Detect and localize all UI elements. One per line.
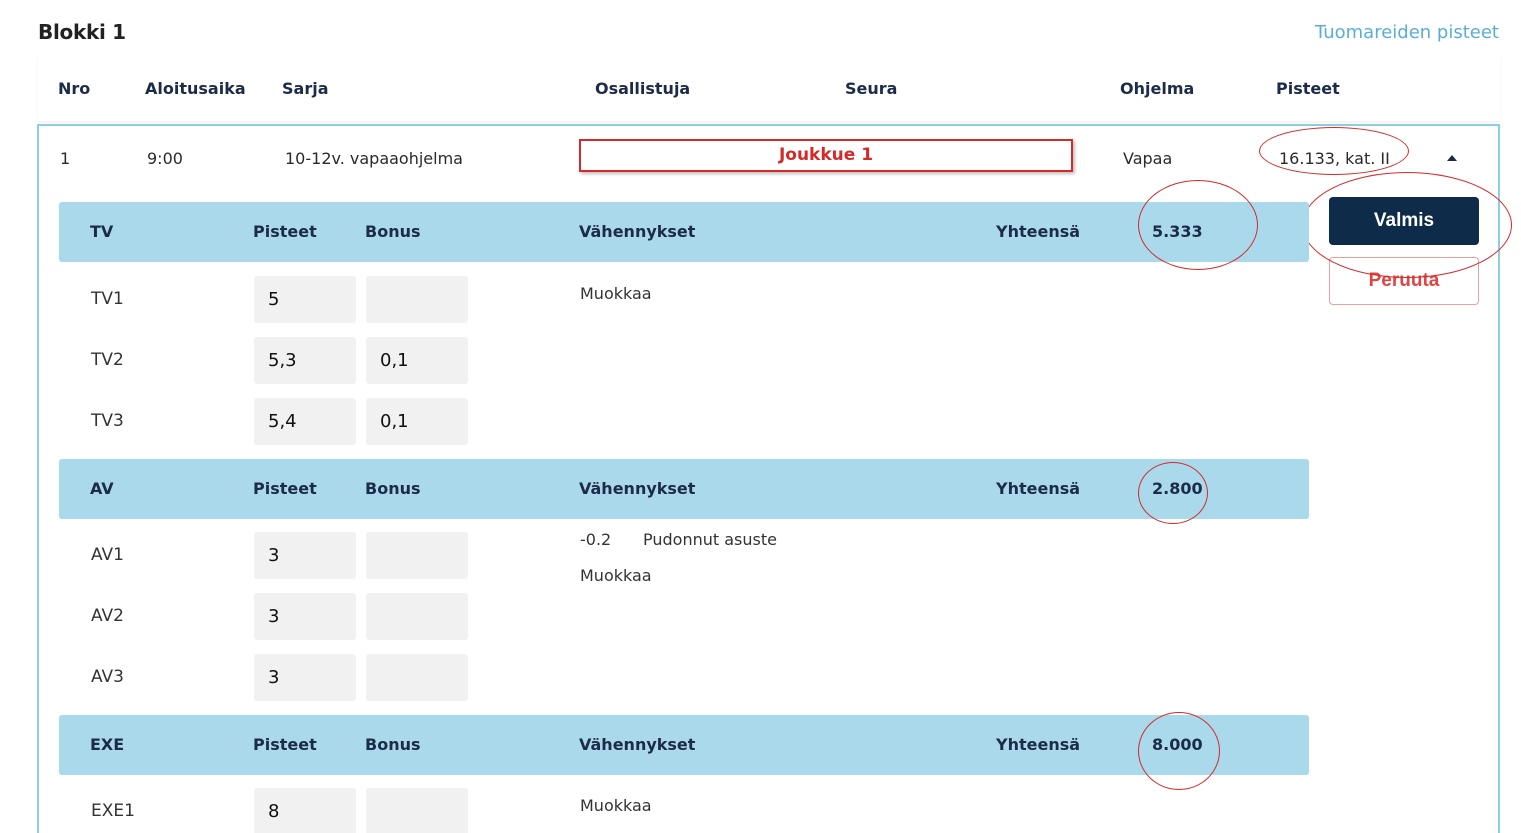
entry-nro: 1 <box>60 149 71 168</box>
exe-edit-link[interactable]: Muokkaa <box>580 796 652 815</box>
points-input[interactable] <box>254 593 356 640</box>
points-label: Pisteet <box>253 735 317 754</box>
entry-row: 1 9:00 10-12v. vapaaohjelma Joukkue 1 Va… <box>37 124 1512 833</box>
deductions-label: Vähennykset <box>579 222 696 241</box>
col-club: Seura <box>845 79 898 98</box>
col-nro: Nro <box>58 79 91 98</box>
bonus-label: Bonus <box>365 222 421 241</box>
section-name: EXE <box>90 735 125 754</box>
judge-label: TV2 <box>91 350 124 370</box>
deduction-reason: Pudonnut asuste <box>643 530 777 549</box>
points-input[interactable] <box>254 398 356 445</box>
tv-edit-link[interactable]: Muokkaa <box>580 284 652 303</box>
total-label: Yhteensä <box>996 735 1081 754</box>
points-input[interactable] <box>254 654 356 701</box>
bonus-input[interactable] <box>366 654 468 701</box>
deduction-value: -0.2 <box>580 530 612 549</box>
bonus-input[interactable] <box>366 788 468 833</box>
judge-label: AV3 <box>91 667 124 687</box>
deductions-label: Vähennykset <box>579 479 696 498</box>
entry-points: 16.133, kat. II <box>1279 149 1390 168</box>
judge-label: AV2 <box>91 606 124 626</box>
points-label: Pisteet <box>253 479 317 498</box>
bonus-input[interactable] <box>366 398 468 445</box>
section-name: AV <box>90 479 114 498</box>
total-label: Yhteensä <box>996 479 1081 498</box>
judge-label: TV3 <box>91 411 124 431</box>
entry-program: Vapaa <box>1123 149 1173 168</box>
entry-start-time: 9:00 <box>147 149 183 168</box>
block-title: Blokki 1 <box>38 20 126 44</box>
total-label: Yhteensä <box>996 222 1081 241</box>
section-header-exe: EXE Pisteet Bonus Vähennykset Yhteensä 8… <box>59 715 1309 775</box>
points-label: Pisteet <box>253 222 317 241</box>
col-program: Ohjelma <box>1120 79 1195 98</box>
judges-scores-link[interactable]: Tuomareiden pisteet <box>1315 22 1499 43</box>
collapse-caret-icon[interactable] <box>1447 155 1457 161</box>
judge-label: EXE1 <box>91 801 135 821</box>
section-header-av: AV Pisteet Bonus Vähennykset Yhteensä 2.… <box>59 459 1309 519</box>
points-input[interactable] <box>254 788 356 833</box>
section-total: 8.000 <box>1152 735 1203 754</box>
bonus-label: Bonus <box>365 735 421 754</box>
col-start-time: Aloitusaika <box>145 79 246 98</box>
ready-button[interactable]: Valmis <box>1329 197 1479 245</box>
cancel-button[interactable]: Peruuta <box>1329 257 1479 305</box>
points-input[interactable] <box>254 276 356 323</box>
table-header: Nro Aloitusaika Sarja Osallistuja Seura … <box>38 55 1500 121</box>
judge-label: TV1 <box>91 289 124 309</box>
bonus-input[interactable] <box>366 532 468 579</box>
judge-label: AV1 <box>91 545 124 565</box>
points-input[interactable] <box>254 337 356 384</box>
av-edit-link[interactable]: Muokkaa <box>580 566 652 585</box>
bonus-input[interactable] <box>366 276 468 323</box>
points-input[interactable] <box>254 532 356 579</box>
section-header-tv: TV Pisteet Bonus Vähennykset Yhteensä 5.… <box>59 202 1309 262</box>
bonus-input[interactable] <box>366 593 468 640</box>
entry-series: 10-12v. vapaaohjelma <box>285 149 463 168</box>
section-total: 2.800 <box>1152 479 1203 498</box>
col-series: Sarja <box>282 79 329 98</box>
deductions-label: Vähennykset <box>579 735 696 754</box>
section-name: TV <box>90 222 114 241</box>
bonus-input[interactable] <box>366 337 468 384</box>
col-participant: Osallistuja <box>595 79 691 98</box>
bonus-label: Bonus <box>365 479 421 498</box>
entry-participant: Joukkue 1 <box>579 139 1073 172</box>
section-total: 5.333 <box>1152 222 1203 241</box>
col-points: Pisteet <box>1276 79 1340 98</box>
